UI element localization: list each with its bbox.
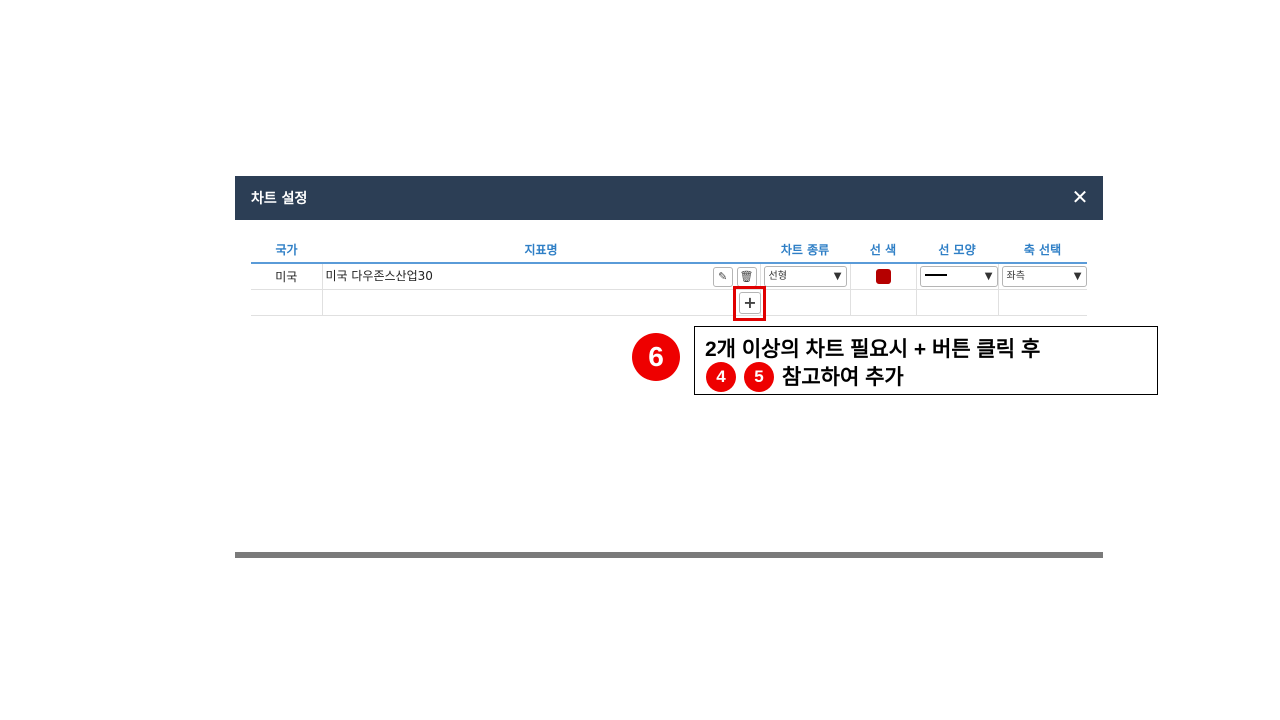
header-indicator: 지표명 (322, 236, 760, 264)
table-header-row: 국가 지표명 차트 종류 선 색 선 모양 축 선택 (251, 236, 1087, 264)
chart-type-cell: 선형 ▼ (759, 263, 850, 290)
chevron-down-icon: ▼ (833, 271, 842, 282)
line-shape-select[interactable]: ▼ (919, 266, 998, 287)
axis-value: 좌측 (1006, 271, 1025, 282)
dialog-header: 차트 설정 ✕ (235, 176, 1103, 220)
chart-settings-table: 국가 지표명 차트 종류 선 색 선 모양 축 선택 미국 미국 다우존스산업3… (251, 236, 1087, 316)
dialog-title: 차트 설정 (251, 191, 308, 207)
add-row-button[interactable]: + (739, 292, 761, 314)
dialog-bottom-edge (235, 552, 1103, 558)
indicator-name: 미국 다우존스산업30 (325, 268, 433, 283)
step-5-badge: 5 (744, 362, 774, 392)
color-swatch[interactable] (875, 269, 891, 284)
pencil-icon[interactable]: ✎ (712, 266, 733, 287)
table-row-empty (251, 289, 1087, 316)
header-line-shape: 선 모양 (916, 236, 998, 264)
table-row: 미국 미국 다우존스산업30 ✎ 🗑 선형 ▼ ▼ 좌측 ▼ (251, 263, 1087, 290)
header-chart-type: 차트 종류 (760, 236, 850, 264)
axis-select[interactable]: 좌측 ▼ (1001, 266, 1087, 287)
chart-type-value: 선형 (768, 271, 787, 282)
line-shape-cell: ▼ (915, 263, 998, 290)
annotation-line-2: 참고하여 추가 (782, 366, 904, 389)
close-icon[interactable]: ✕ (1069, 185, 1091, 209)
header-axis: 축 선택 (998, 236, 1087, 264)
step-4-badge: 4 (706, 362, 736, 392)
country-cell: 미국 (251, 263, 322, 290)
line-color-cell (849, 263, 916, 290)
annotation-line-1: 2개 이상의 차트 필요시 + 버튼 클릭 후 (705, 338, 1041, 361)
axis-cell: 좌측 ▼ (997, 263, 1087, 290)
chevron-down-icon: ▼ (984, 271, 993, 282)
chart-type-select[interactable]: 선형 ▼ (763, 266, 847, 287)
step-6-badge: 6 (632, 333, 680, 381)
header-line-color: 선 색 (850, 236, 916, 264)
indicator-cell: 미국 다우존스산업30 ✎ 🗑 (321, 263, 760, 290)
solid-line-sample (924, 273, 947, 276)
header-country: 국가 (251, 236, 322, 264)
chevron-down-icon: ▼ (1073, 271, 1082, 282)
trash-icon[interactable]: 🗑 (736, 266, 757, 287)
